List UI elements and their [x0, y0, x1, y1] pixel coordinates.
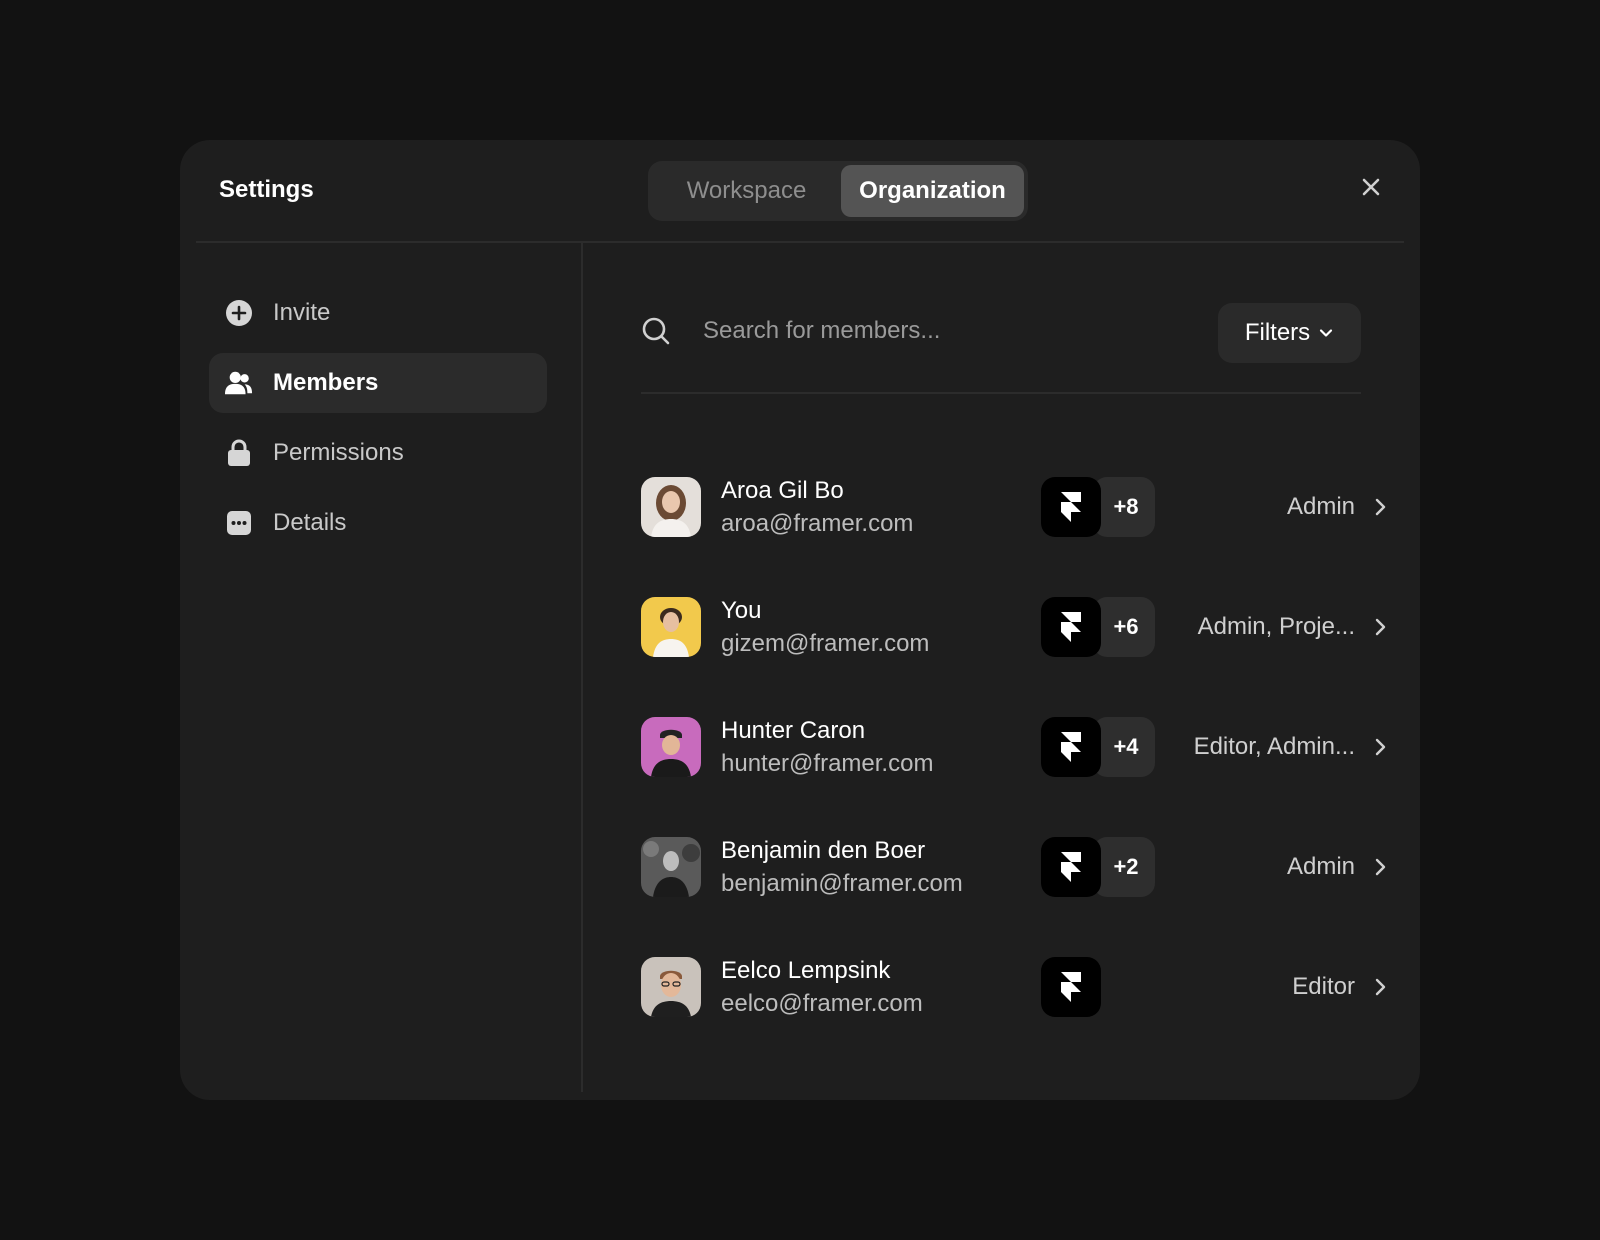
- sidebar-item-invite[interactable]: Invite: [209, 283, 547, 343]
- more-square-icon: [225, 509, 253, 537]
- avatar: [641, 477, 701, 537]
- extra-workspaces-count: +2: [1093, 837, 1155, 897]
- sidebar-item-label: Permissions: [273, 439, 404, 466]
- sidebar-item-label: Details: [273, 509, 347, 536]
- framer-workspace-badge: [1041, 957, 1101, 1017]
- tab-workspace[interactable]: Workspace: [652, 165, 841, 217]
- framer-workspace-badge: [1041, 717, 1101, 777]
- sidebar-item-members[interactable]: Members: [209, 353, 547, 413]
- sidebar-item-label: Members: [273, 369, 379, 396]
- member-role: Editor, Admin...: [1193, 733, 1355, 760]
- filters-label: Filters: [1244, 319, 1311, 346]
- avatar: [641, 717, 701, 777]
- framer-workspace-badge: [1041, 837, 1101, 897]
- search-icon: [641, 316, 671, 346]
- member-role: Admin: [1286, 493, 1355, 520]
- framer-logo-icon: [1061, 492, 1081, 522]
- member-row[interactable]: Aroa Gil Bo aroa@framer.com +8 Admin: [641, 477, 1401, 537]
- member-name: Hunter Caron: [721, 717, 866, 744]
- member-row[interactable]: You gizem@framer.com +6 Admin, Proje...: [641, 597, 1401, 657]
- extra-workspaces-count: +6: [1093, 597, 1155, 657]
- modal-title: Settings: [219, 176, 314, 203]
- search-input[interactable]: [703, 313, 1183, 349]
- avatar: [641, 597, 701, 657]
- scope-switcher: Workspace Organization: [648, 161, 1028, 221]
- member-email: hunter@framer.com: [721, 750, 934, 777]
- plus-circle-icon: [225, 299, 253, 327]
- avatar: [641, 957, 701, 1017]
- framer-workspace-badge: [1041, 597, 1101, 657]
- member-name: Aroa Gil Bo: [721, 477, 844, 504]
- tab-organization[interactable]: Organization: [840, 165, 1024, 217]
- search-bar: Filters: [641, 243, 1361, 394]
- sidebar-item-label: Invite: [273, 299, 331, 326]
- sidebar: Invite Members Permissions Details: [196, 243, 583, 1092]
- extra-workspaces-count: +4: [1093, 717, 1155, 777]
- chevron-right-icon: [1375, 858, 1386, 876]
- framer-logo-icon: [1061, 732, 1081, 762]
- sidebar-item-permissions[interactable]: Permissions: [209, 423, 547, 483]
- member-name: Benjamin den Boer: [721, 837, 926, 864]
- extra-workspaces-count: +8: [1093, 477, 1155, 537]
- members-panel: Filters Aroa Gil Bo aroa@framer.com: [585, 243, 1420, 1100]
- member-role: Admin, Proje...: [1197, 613, 1355, 640]
- avatar: [641, 837, 701, 897]
- member-email: gizem@framer.com: [721, 630, 930, 657]
- member-role: Admin: [1286, 853, 1355, 880]
- filters-button[interactable]: Filters: [1218, 303, 1361, 363]
- framer-logo-icon: [1061, 852, 1081, 882]
- chevron-right-icon: [1375, 738, 1386, 756]
- close-button[interactable]: [1358, 174, 1384, 200]
- lock-icon: [225, 439, 253, 467]
- member-email: benjamin@framer.com: [721, 870, 963, 897]
- sidebar-item-details[interactable]: Details: [209, 493, 547, 553]
- framer-logo-icon: [1061, 972, 1081, 1002]
- member-row[interactable]: Eelco Lempsink eelco@framer.com Editor: [641, 957, 1401, 1017]
- users-icon: [225, 369, 253, 397]
- member-row[interactable]: Hunter Caron hunter@framer.com +4 Editor…: [641, 717, 1401, 777]
- modal-header: Settings Workspace Organization: [196, 140, 1404, 243]
- member-row[interactable]: Benjamin den Boer benjamin@framer.com +2…: [641, 837, 1401, 897]
- member-role: Editor: [1292, 973, 1355, 1000]
- member-name: Eelco Lempsink: [721, 957, 891, 984]
- chevron-down-icon: [1320, 329, 1333, 337]
- member-email: eelco@framer.com: [721, 990, 923, 1017]
- chevron-right-icon: [1375, 978, 1386, 996]
- framer-logo-icon: [1061, 612, 1081, 642]
- settings-modal: Settings Workspace Organization Invite M…: [180, 140, 1420, 1100]
- member-email: aroa@framer.com: [721, 510, 914, 537]
- member-name: You: [721, 597, 762, 624]
- chevron-right-icon: [1375, 498, 1386, 516]
- framer-workspace-badge: [1041, 477, 1101, 537]
- close-icon: [1362, 178, 1380, 196]
- chevron-right-icon: [1375, 618, 1386, 636]
